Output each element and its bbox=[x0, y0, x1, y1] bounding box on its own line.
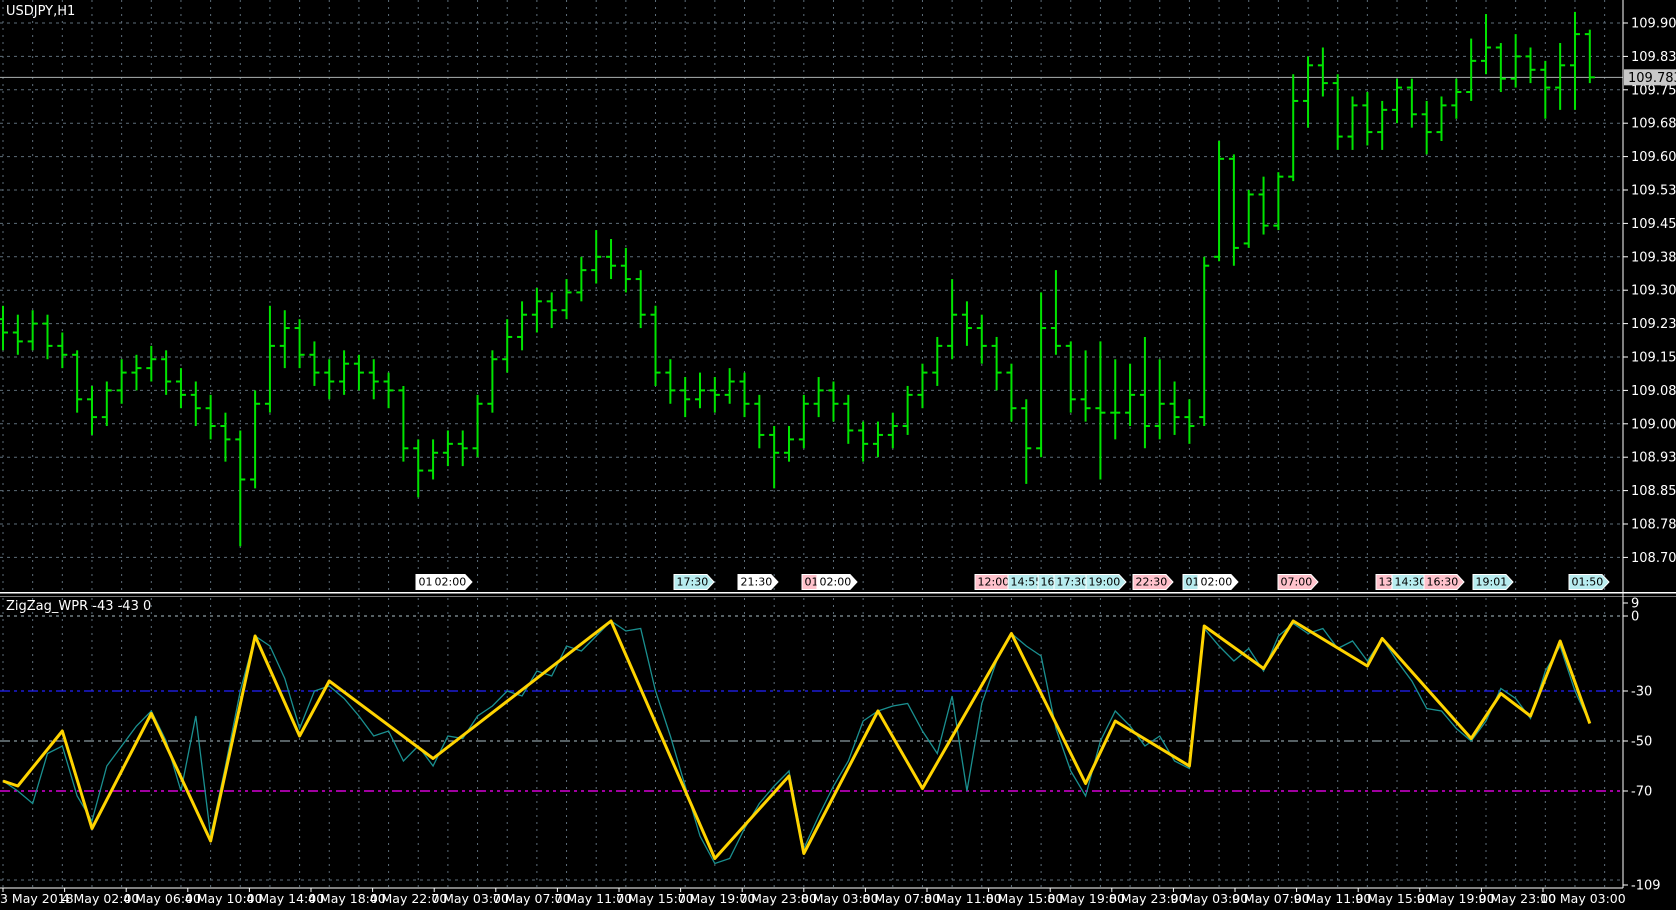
price-axis-label: 108.930 bbox=[1631, 451, 1676, 466]
svg-text:12:00: 12:00 bbox=[978, 576, 1010, 589]
price-axis-label: 109.680 bbox=[1631, 117, 1676, 132]
price-axis-label: 109.080 bbox=[1631, 384, 1676, 399]
svg-text:01:50: 01:50 bbox=[1572, 576, 1604, 589]
event-flag[interactable]: 07:00 bbox=[1277, 574, 1319, 590]
svg-text:19:00: 19:00 bbox=[1089, 576, 1121, 589]
event-flag[interactable]: 17:30 bbox=[673, 574, 715, 590]
indicator-axis-label: -70 bbox=[1631, 785, 1652, 800]
svg-text:109.783: 109.783 bbox=[1628, 71, 1676, 86]
event-flag[interactable]: 19:01 bbox=[1472, 574, 1514, 590]
chart-background bbox=[0, 0, 1676, 910]
price-axis-label: 109.830 bbox=[1631, 50, 1676, 65]
current-price-label: 109.783 bbox=[1624, 69, 1676, 86]
svg-text:16:30: 16:30 bbox=[1427, 576, 1459, 589]
svg-text:17:30: 17:30 bbox=[677, 576, 709, 589]
price-axis-label: 108.855 bbox=[1631, 484, 1676, 499]
indicator-axis-label: 0 bbox=[1631, 610, 1639, 625]
price-axis-label: 109.455 bbox=[1631, 217, 1676, 232]
price-axis-label: 109.905 bbox=[1631, 17, 1676, 32]
symbol-timeframe-label: USDJPY,H1 bbox=[6, 4, 76, 19]
indicator-axis-label: -50 bbox=[1631, 735, 1652, 750]
event-flag[interactable]: 22:30 bbox=[1132, 574, 1174, 590]
price-axis-label: 109.605 bbox=[1631, 150, 1676, 165]
event-flag[interactable]: 01:50 bbox=[1568, 574, 1610, 590]
svg-text:19:01: 19:01 bbox=[1476, 576, 1508, 589]
svg-text:02:00: 02:00 bbox=[1201, 576, 1233, 589]
price-axis-label: 109.380 bbox=[1631, 250, 1676, 265]
trading-terminal-window: 01: 02:00 17:30 21:30 01: 02:00 12:00 14:55 16: 1… bbox=[0, 0, 1676, 910]
price-axis-label: 109.530 bbox=[1631, 184, 1676, 199]
svg-text:02:00: 02:00 bbox=[435, 576, 467, 589]
svg-text:02:00: 02:00 bbox=[820, 576, 852, 589]
svg-text:07:00: 07:00 bbox=[1281, 576, 1313, 589]
time-axis[interactable]: 3 May 20184 May 02:004 May 06:004 May 10… bbox=[0, 888, 1626, 906]
event-flag[interactable]: 02:00 bbox=[816, 574, 858, 590]
event-flag[interactable]: 19:00 bbox=[1085, 574, 1127, 590]
svg-text:14:30: 14:30 bbox=[1395, 576, 1427, 589]
event-flag[interactable]: 02:00 bbox=[1197, 574, 1239, 590]
price-axis-label: 109.230 bbox=[1631, 317, 1676, 332]
event-flag[interactable]: 21:30 bbox=[737, 574, 779, 590]
price-axis-label: 109.305 bbox=[1631, 284, 1676, 299]
price-axis-label: 109.005 bbox=[1631, 417, 1676, 432]
price-axis-label: 108.780 bbox=[1631, 518, 1676, 533]
indicator-axis-label: -30 bbox=[1631, 685, 1652, 700]
indicator-value-label: ZigZag_WPR -43 -43 0 bbox=[6, 599, 152, 614]
svg-text:14:55: 14:55 bbox=[1011, 576, 1043, 589]
event-flag[interactable]: 02:00 bbox=[431, 574, 473, 590]
event-flag[interactable]: 16:30 bbox=[1423, 574, 1465, 590]
time-axis-label: 10 May 03:00 bbox=[1540, 891, 1626, 906]
chart-canvas[interactable]: 01:02:00 17:30 21:30 01:02:00 12:00 14:5516:1… bbox=[0, 0, 1676, 910]
price-axis-label: 109.155 bbox=[1631, 351, 1676, 366]
indicator-axis-label: -109 bbox=[1631, 879, 1661, 894]
price-axis-label: 108.705 bbox=[1631, 551, 1676, 566]
svg-text:21:30: 21:30 bbox=[741, 576, 773, 589]
svg-text:22:30: 22:30 bbox=[1136, 576, 1168, 589]
svg-text:17:30: 17:30 bbox=[1057, 576, 1089, 589]
